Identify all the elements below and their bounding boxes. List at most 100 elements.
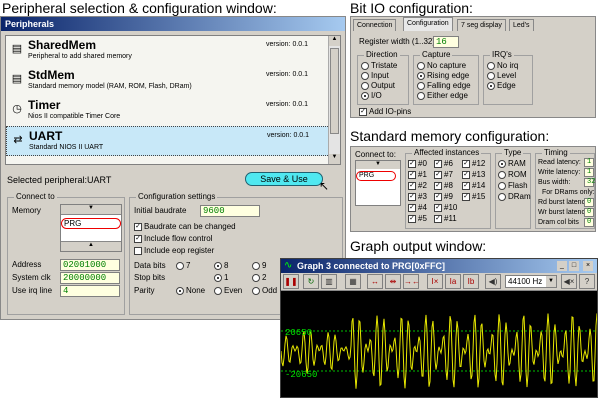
checkbox[interactable]: ✓: [408, 170, 416, 179]
stopbits-2[interactable]: 2: [252, 273, 266, 283]
dir-output[interactable]: Output: [361, 81, 395, 91]
cap-falling[interactable]: Falling edge: [417, 81, 471, 91]
radio[interactable]: [361, 91, 369, 100]
refresh-icon[interactable]: ↻: [303, 274, 319, 289]
radio[interactable]: [252, 273, 260, 282]
irq-edge[interactable]: Edge: [487, 81, 516, 91]
scroll-up-arrow-icon[interactable]: ▲: [329, 36, 340, 46]
tab-leds[interactable]: Led's: [509, 19, 534, 31]
dir-input[interactable]: Input: [361, 71, 389, 81]
checkbox[interactable]: ✓: [408, 159, 416, 168]
inst-3[interactable]: ✓ #3: [408, 192, 427, 202]
chevron-down-icon[interactable]: ▼: [61, 205, 121, 215]
radio[interactable]: [252, 286, 260, 295]
record-icon[interactable]: ❚❚: [283, 274, 299, 289]
radio[interactable]: [498, 159, 506, 168]
inst-11[interactable]: ✓ #11: [434, 214, 457, 224]
list-item-selected[interactable]: ⇄ UART Standard NIOS II UART version: 0.…: [6, 126, 336, 156]
save-use-button[interactable]: Save & Use: [245, 172, 323, 186]
cursor-a-icon[interactable]: Ia: [445, 274, 461, 289]
timing-rdburst-field[interactable]: 0: [584, 198, 594, 207]
scroll-down-arrow-icon[interactable]: ▼: [329, 154, 340, 164]
dir-tristate[interactable]: Tristate: [361, 61, 397, 71]
register-width-field[interactable]: 16: [433, 36, 459, 48]
tab-connection[interactable]: Connection: [353, 19, 397, 31]
cap-rising[interactable]: Rising edge: [417, 71, 469, 81]
type-dram[interactable]: DRam: [498, 192, 531, 202]
radio[interactable]: [176, 261, 184, 270]
radio[interactable]: [498, 181, 506, 190]
timing-bus-field[interactable]: 32: [584, 178, 595, 187]
parity-odd[interactable]: Odd: [252, 286, 277, 296]
radio[interactable]: [498, 170, 506, 179]
irq-none[interactable]: No irq: [487, 61, 518, 71]
checkbox[interactable]: ✓: [462, 192, 470, 201]
sysclk-field[interactable]: 20000000: [60, 272, 120, 284]
inst-10[interactable]: ✓ #10: [434, 203, 457, 213]
inst-7[interactable]: ✓ #7: [434, 170, 453, 180]
chevron-up-icon[interactable]: ▲: [61, 241, 121, 251]
checkbox[interactable]: ✓: [359, 107, 367, 116]
inst-5[interactable]: ✓ #5: [408, 214, 427, 224]
memory-value[interactable]: PRG: [61, 218, 121, 229]
inst-12[interactable]: ✓ #12: [462, 159, 485, 169]
inst-14[interactable]: ✓ #14: [462, 181, 485, 191]
checkbox[interactable]: ✓: [408, 214, 416, 223]
tab-7seg[interactable]: 7 seg display: [457, 19, 506, 31]
help-icon[interactable]: ?: [579, 274, 595, 289]
maximize-button[interactable]: □: [569, 261, 579, 271]
minimize-button[interactable]: _: [557, 261, 567, 271]
radio[interactable]: [361, 61, 369, 70]
radio[interactable]: [487, 81, 495, 90]
radio[interactable]: [214, 286, 222, 295]
close-button[interactable]: ×: [583, 261, 593, 271]
list-item[interactable]: ▤ SharedMem Peripheral to add shared mem…: [6, 36, 336, 66]
timing-write-field[interactable]: 1: [584, 168, 594, 177]
radio[interactable]: [487, 71, 495, 80]
chevron-down-icon[interactable]: ▼: [546, 276, 556, 287]
radio[interactable]: [214, 273, 222, 282]
parity-none[interactable]: None: [176, 286, 205, 296]
inst-2[interactable]: ✓ #2: [408, 181, 427, 191]
irq-field[interactable]: 4: [60, 285, 120, 297]
checkbox[interactable]: ✓: [434, 159, 442, 168]
tab-configuration[interactable]: Configuration: [403, 17, 453, 31]
radio[interactable]: [487, 61, 495, 70]
checkbox[interactable]: ✓: [434, 181, 442, 190]
timing-read-field[interactable]: 1: [584, 158, 594, 167]
radio[interactable]: [361, 81, 369, 90]
stopbits-1[interactable]: 1: [214, 273, 228, 283]
sample-rate-select[interactable]: 44100 Hz ▼: [505, 275, 557, 288]
radio[interactable]: [214, 261, 222, 270]
timing-wrburst-field[interactable]: 0: [584, 208, 594, 217]
inst-0[interactable]: ✓ #0: [408, 159, 427, 169]
checkbox[interactable]: ✓: [462, 159, 470, 168]
cap-either[interactable]: Either edge: [417, 91, 468, 101]
inst-6[interactable]: ✓ #6: [434, 159, 453, 169]
memory-list[interactable]: ▼ PRG ▲: [60, 204, 122, 252]
speaker-icon[interactable]: ◀): [485, 274, 501, 289]
trash-icon[interactable]: ▥: [321, 274, 337, 289]
inst-8[interactable]: ✓ #8: [434, 181, 453, 191]
checkbox[interactable]: ✓: [462, 170, 470, 179]
checkbox[interactable]: ✓: [408, 203, 416, 212]
check-eop-register[interactable]: Include eop register: [134, 246, 214, 256]
checkbox[interactable]: ✓: [134, 234, 142, 243]
cursor-x-icon[interactable]: I×: [427, 274, 443, 289]
mute-icon[interactable]: ◀×: [561, 274, 577, 289]
address-field[interactable]: 02001000: [60, 259, 120, 271]
peripheral-list[interactable]: ▤ SharedMem Peripheral to add shared mem…: [5, 35, 341, 165]
scroll-thumb[interactable]: [330, 48, 339, 134]
checkbox[interactable]: ✓: [408, 181, 416, 190]
shrink-x-icon[interactable]: →←: [403, 274, 420, 289]
radio[interactable]: [417, 61, 425, 70]
inst-4[interactable]: ✓ #4: [408, 203, 427, 213]
grid-icon[interactable]: ▦: [345, 274, 361, 289]
radio[interactable]: [498, 192, 506, 201]
checkbox[interactable]: [134, 246, 142, 255]
type-ram[interactable]: RAM: [498, 159, 526, 169]
parity-even[interactable]: Even: [214, 286, 242, 296]
cap-none[interactable]: No capture: [417, 61, 466, 71]
radio[interactable]: [417, 71, 425, 80]
radio[interactable]: [252, 261, 260, 270]
